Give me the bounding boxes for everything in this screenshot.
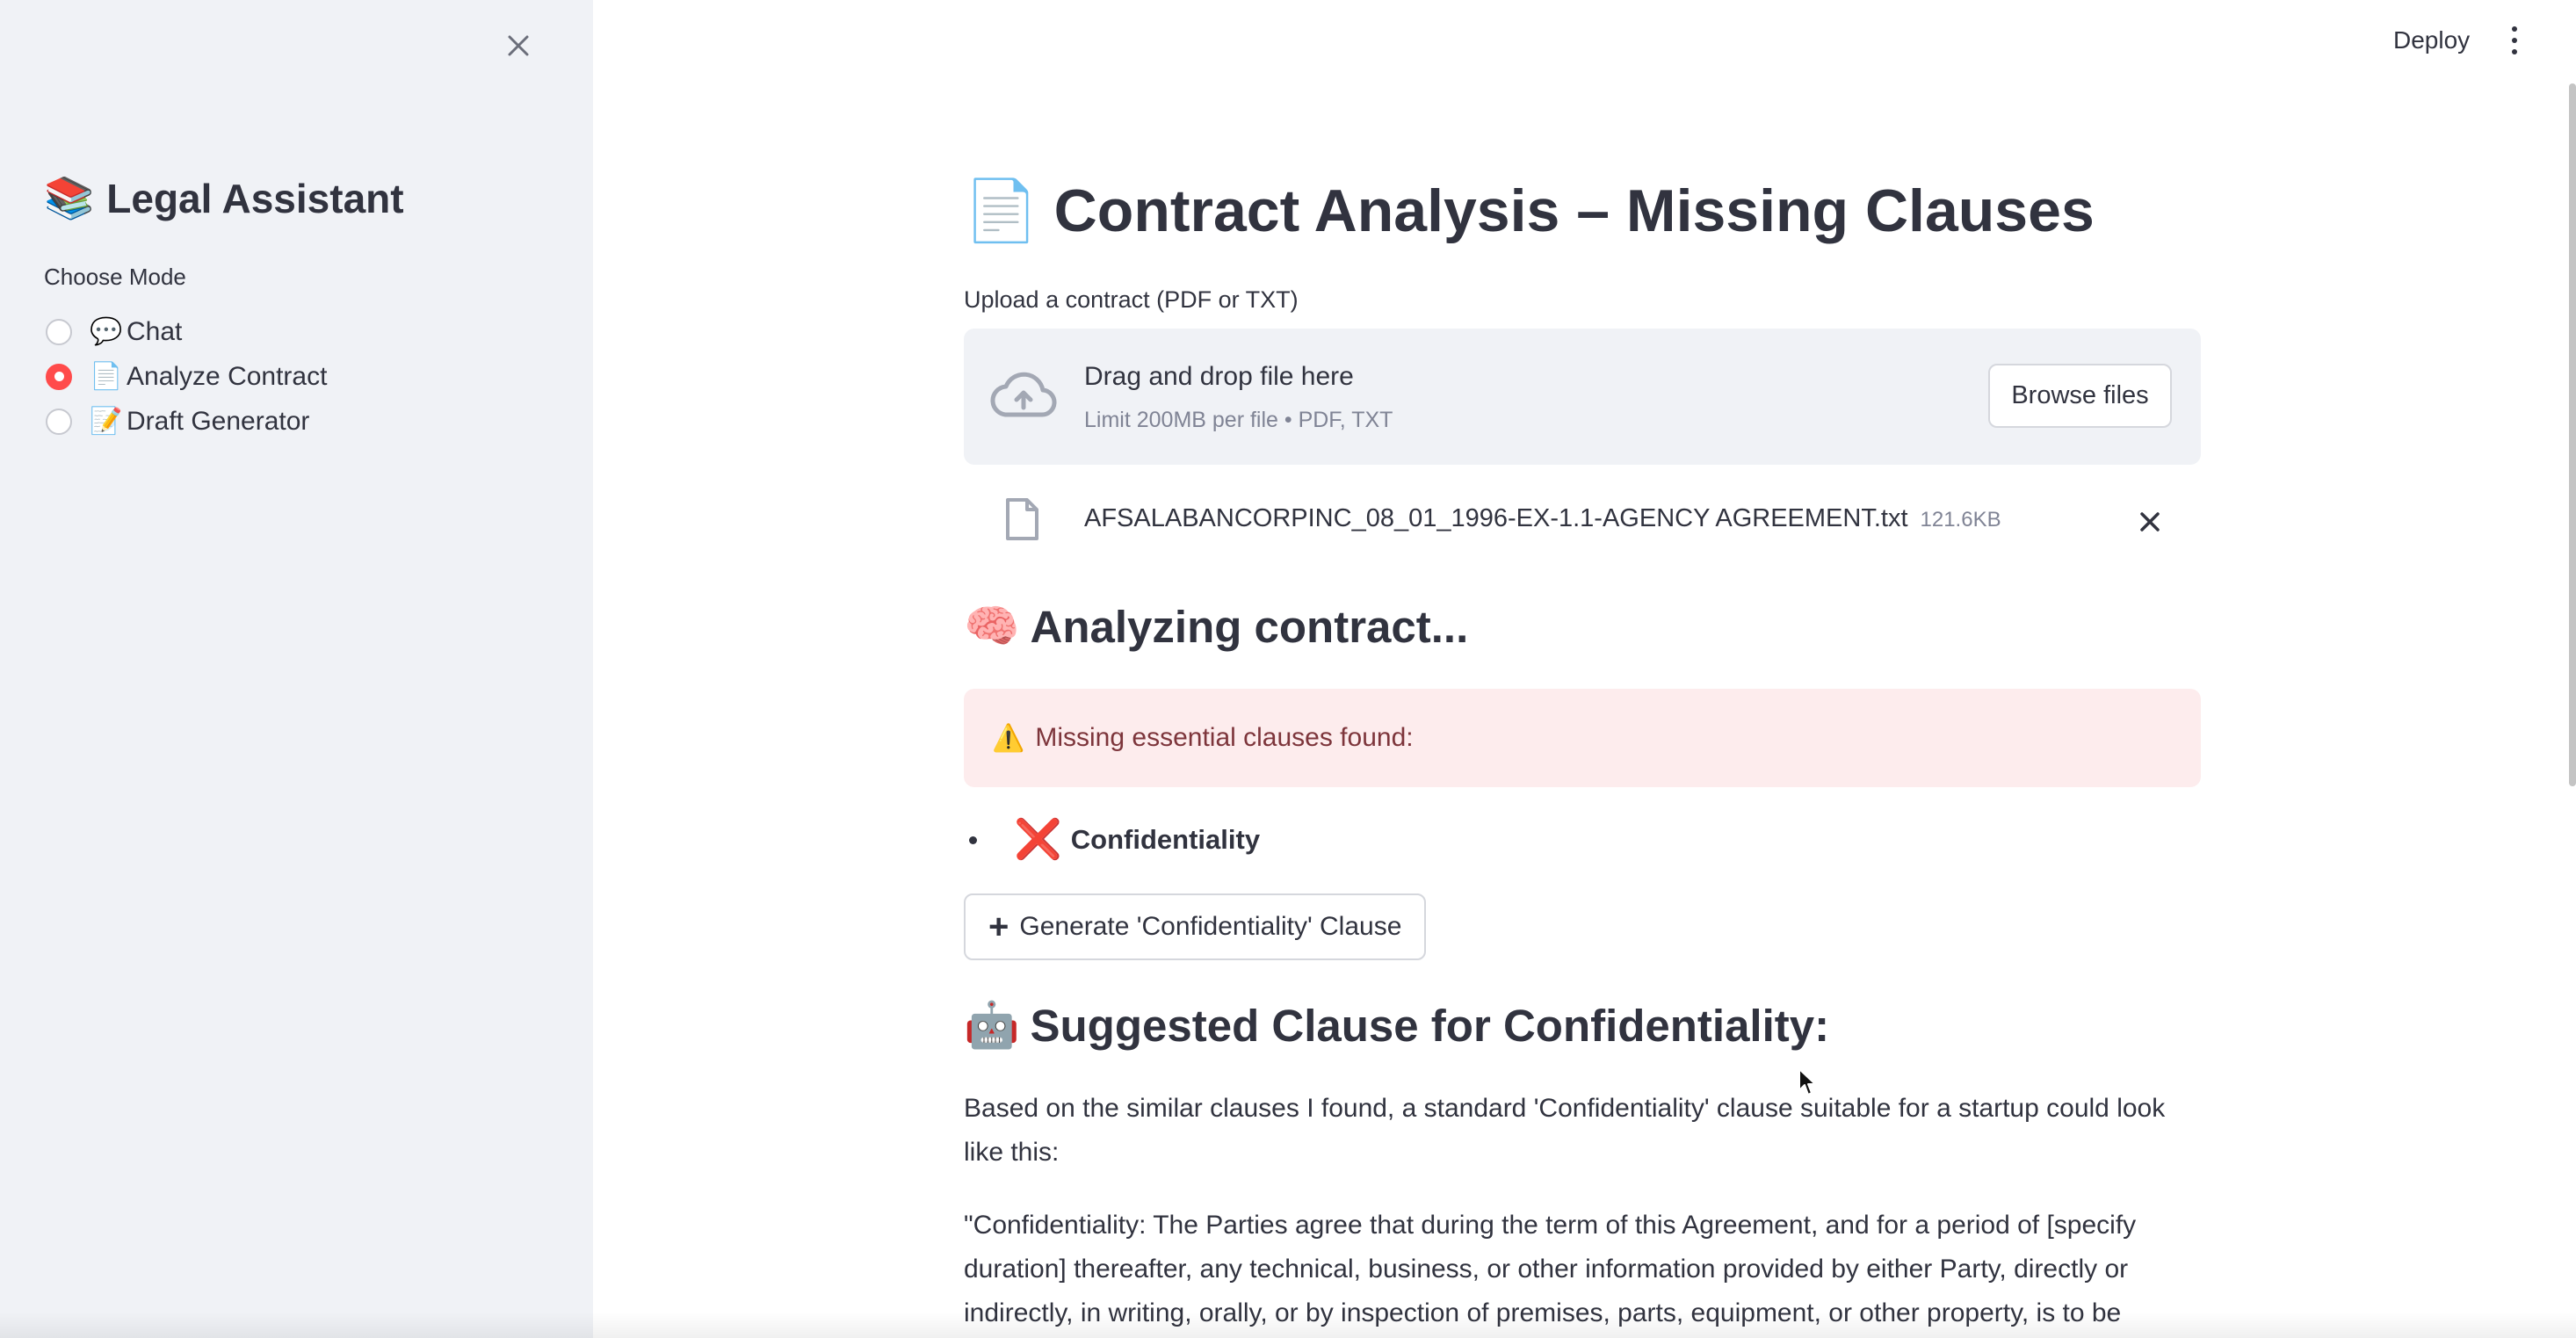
alert-text: Missing essential clauses found: <box>1035 723 1414 752</box>
page-title: 📄 Contract Analysis – Missing Clauses <box>964 176 2095 246</box>
generate-clause-button[interactable]: + Generate 'Confidentiality' Clause <box>964 893 1427 960</box>
cross-mark-icon: ❌ <box>1014 817 1062 862</box>
bullet-dot <box>969 835 977 844</box>
dropzone-subtitle: Limit 200MB per file • PDF, TXT <box>1084 408 1393 432</box>
radio-button-selected[interactable] <box>46 363 72 390</box>
mode-option-analyze-contract[interactable]: 📄 Analyze Contract <box>46 354 327 399</box>
missing-clauses-alert: ⚠️ Missing essential clauses found: <box>964 689 2201 787</box>
mode-option-label: Chat <box>127 316 183 346</box>
speech-bubble-icon: 💬 <box>90 316 123 347</box>
analyzing-heading-text: Analyzing contract... <box>1030 602 1469 652</box>
mode-option-draft-generator[interactable]: 📝 Draft Generator <box>46 399 327 444</box>
cloud-upload-icon <box>990 372 1057 417</box>
list-item: ❌ Confidentiality <box>964 821 1260 859</box>
page-title-text: Contract Analysis – Missing Clauses <box>1053 177 2095 244</box>
mouse-cursor-icon <box>1798 1068 1816 1096</box>
upload-label: Upload a contract (PDF or TXT) <box>964 286 1299 313</box>
missing-clause-label: Confidentiality <box>1070 824 1261 855</box>
suggested-clause-heading: 🤖 Suggested Clause for Confidentiality: <box>964 1000 1829 1052</box>
close-sidebar-button[interactable] <box>501 28 536 63</box>
app-title: 📚 Legal Assistant <box>44 174 404 222</box>
sidebar: 📚 Legal Assistant Choose Mode 💬 Chat 📄 A… <box>0 0 593 1338</box>
file-size: 121.6KB <box>1920 508 2001 532</box>
dropzone-title: Drag and drop file here <box>1084 362 1354 391</box>
suggested-heading-text: Suggested Clause for Confidentiality: <box>1030 1001 1830 1051</box>
close-icon <box>508 35 529 56</box>
file-dropzone[interactable]: Drag and drop file here Limit 200MB per … <box>964 329 2201 465</box>
books-icon: 📚 <box>44 174 95 221</box>
mode-radio-group: 💬 Chat 📄 Analyze Contract 📝 Draft Genera… <box>46 309 327 444</box>
plus-icon: + <box>988 908 1009 946</box>
suggested-clause-text: "Confidentiality: The Parties agree that… <box>964 1211 2137 1327</box>
scrollbar[interactable] <box>2569 83 2576 786</box>
mode-option-label: Analyze Contract <box>127 361 328 391</box>
radio-button[interactable] <box>46 318 72 345</box>
warning-icon: ⚠️ <box>992 722 1025 754</box>
more-options-icon[interactable] <box>2509 26 2520 54</box>
document-icon: 📄 <box>964 177 1038 246</box>
mode-option-chat[interactable]: 💬 Chat <box>46 309 327 354</box>
analyzing-heading: 🧠 Analyzing contract... <box>964 601 1468 653</box>
memo-icon: 📝 <box>90 406 123 437</box>
remove-file-button[interactable] <box>2132 504 2167 539</box>
file-icon <box>1006 498 1038 540</box>
close-icon <box>2140 512 2160 532</box>
mode-label: Choose Mode <box>44 264 186 290</box>
browse-files-button[interactable]: Browse files <box>1988 364 2172 428</box>
app-title-text: Legal Assistant <box>106 175 404 221</box>
generate-clause-label: Generate 'Confidentiality' Clause <box>1019 912 1402 941</box>
file-name-text: AFSALABANCORPINC_08_01_1996-EX-1.1-AGENC… <box>1084 504 1908 532</box>
suggested-intro: Based on the similar clauses I found, a … <box>964 1094 2166 1167</box>
robot-icon: 🤖 <box>964 1000 1020 1052</box>
uploaded-file: AFSALABANCORPINC_08_01_1996-EX-1.1-AGENC… <box>964 488 2201 550</box>
document-icon: 📄 <box>90 361 123 392</box>
mode-option-label: Draft Generator <box>127 406 310 436</box>
deploy-button[interactable]: Deploy <box>2393 26 2470 54</box>
file-name: AFSALABANCORPINC_08_01_1996-EX-1.1-AGENC… <box>1084 504 2001 533</box>
brain-icon: 🧠 <box>964 601 1020 653</box>
radio-button[interactable] <box>46 408 72 435</box>
